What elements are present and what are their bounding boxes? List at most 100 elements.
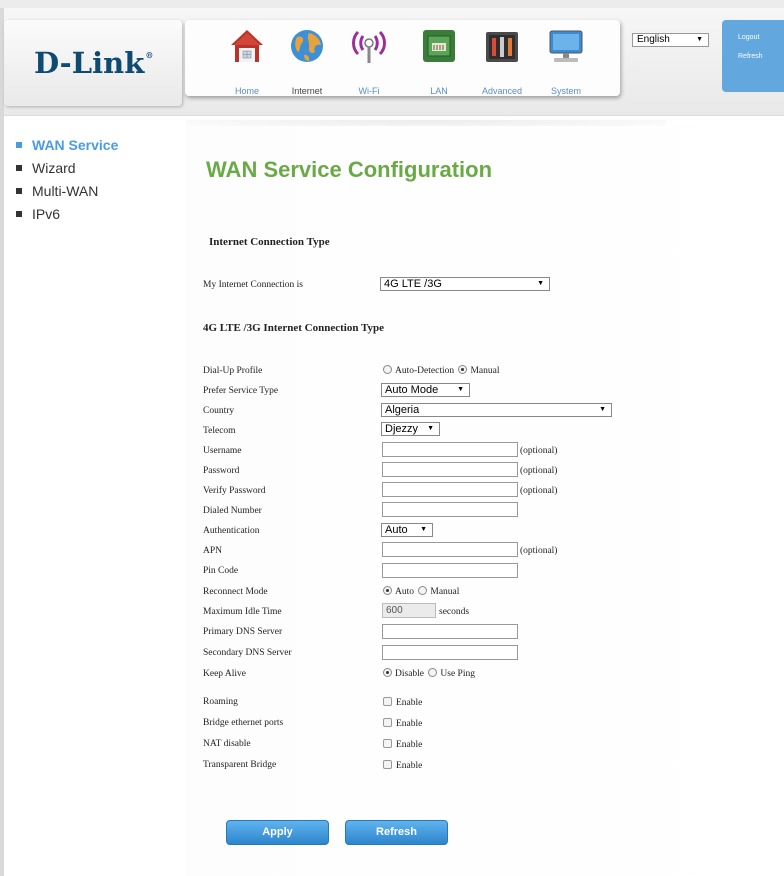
bridge-ports-label: Bridge ethernet ports [203, 718, 284, 728]
checkbox-label: Enable [396, 740, 423, 750]
dialup-manual-radio[interactable] [458, 365, 468, 374]
nav-internet[interactable]: Internet [276, 20, 338, 96]
sidebar-item-label: IPv6 [32, 206, 61, 222]
bridge-ports-checkbox[interactable] [383, 718, 392, 727]
page-title: WAN Service Configuration [206, 157, 493, 182]
reconnect-label: Reconnect Mode [203, 587, 268, 597]
nav-internet-label: Internet [291, 86, 323, 96]
primary-dns-input[interactable] [382, 624, 518, 639]
sidebar-item-multi-wan[interactable]: Multi-WAN [16, 183, 118, 206]
bullet-icon [16, 188, 22, 194]
section-title-4g: 4G LTE /3G Internet Connection Type [203, 322, 385, 334]
bullet-icon [16, 211, 22, 217]
radio-label: Use Ping [440, 669, 475, 679]
radio-label: Auto [395, 587, 414, 597]
transparent-bridge-label: Transparent Bridge [203, 760, 277, 770]
username-hint: (optional) [520, 446, 558, 456]
nav-advanced[interactable]: Advanced [471, 20, 533, 96]
verify-password-hint: (optional) [520, 486, 558, 496]
sidebar-item-wan-service[interactable]: WAN Service [16, 137, 118, 160]
sidebar-item-ipv6[interactable]: IPv6 [16, 206, 118, 229]
roaming-option: Enable [383, 697, 422, 708]
radio-label: Disable [395, 669, 425, 679]
nav-advanced-label: Advanced [481, 86, 523, 96]
service-type-label: Prefer Service Type [203, 386, 279, 396]
nat-disable-checkbox[interactable] [383, 739, 392, 748]
dialed-number-input[interactable] [382, 502, 518, 517]
roaming-label: Roaming [203, 697, 238, 707]
lan-icon [423, 30, 455, 62]
wifi-icon [352, 30, 386, 63]
country-select[interactable]: Algeria ▼ [381, 403, 612, 417]
dialup-radio-group: Auto-Detection Manual [383, 365, 500, 376]
service-type-select[interactable]: Auto Mode ▼ [381, 383, 470, 397]
account-panel: Logout Refresh [722, 20, 784, 92]
chevron-down-icon: ▼ [696, 36, 703, 43]
sidebar-item-label: Wizard [32, 160, 76, 176]
dlink-logo[interactable]: D-Link® [34, 46, 153, 80]
idle-time-input[interactable]: 600 [382, 603, 436, 618]
apply-button[interactable]: Apply [226, 820, 329, 845]
nav-lan[interactable]: LAN [408, 20, 470, 96]
sidebar-item-label: WAN Service [32, 137, 119, 153]
chevron-down-icon: ▼ [537, 280, 544, 287]
telecom-label: Telecom [203, 426, 236, 436]
idle-time-unit: seconds [439, 607, 470, 617]
reconnect-radio-group: Auto Manual [383, 586, 459, 597]
chevron-down-icon: ▼ [427, 425, 434, 432]
country-label: Country [203, 406, 235, 416]
pin-code-input[interactable] [382, 563, 518, 578]
apn-input[interactable] [382, 542, 518, 557]
checkbox-label: Enable [396, 698, 423, 708]
keep-alive-ping-radio[interactable] [428, 668, 438, 677]
dialup-auto-radio[interactable] [383, 365, 392, 374]
apn-label: APN [203, 546, 223, 556]
chevron-down-icon: ▼ [599, 406, 606, 413]
idle-time-label: Maximum Idle Time [203, 607, 282, 617]
sidebar-item-label: Multi-WAN [32, 183, 99, 199]
radio-label: Manual [430, 587, 460, 597]
nav-home-label: Home [234, 86, 259, 96]
refresh-link[interactable]: Refresh [738, 53, 763, 60]
verify-password-label: Verify Password [203, 486, 266, 496]
home-icon [231, 30, 263, 62]
keep-alive-disable-radio[interactable] [383, 668, 392, 677]
primary-dns-label: Primary DNS Server [203, 627, 283, 637]
username-input[interactable] [382, 442, 518, 457]
transparent-bridge-option: Enable [383, 760, 422, 771]
username-label: Username [203, 446, 242, 456]
logout-link[interactable]: Logout [738, 34, 759, 41]
nav-home[interactable]: Home [216, 20, 278, 96]
globe-icon [291, 30, 323, 62]
bridge-ports-option: Enable [383, 718, 422, 729]
radio-label: Auto-Detection [395, 366, 455, 376]
secondary-dns-input[interactable] [382, 645, 518, 660]
main-nav: Home Internet Wi-Fi LAN Advanced System [185, 20, 620, 96]
top-strip [0, 0, 784, 8]
reconnect-auto-radio[interactable] [383, 586, 392, 595]
sidebar: WAN Service Wizard Multi-WAN IPv6 [16, 137, 118, 229]
nat-disable-label: NAT disable [203, 739, 251, 749]
password-input[interactable] [382, 462, 518, 477]
verify-password-input[interactable] [382, 482, 518, 497]
reconnect-manual-radio[interactable] [418, 586, 428, 595]
authentication-select[interactable]: Auto ▼ [381, 523, 433, 537]
transparent-bridge-checkbox[interactable] [383, 760, 392, 769]
nat-disable-option: Enable [383, 739, 422, 750]
keep-alive-radio-group: Disable Use Ping [383, 668, 475, 679]
chevron-down-icon: ▼ [420, 526, 427, 533]
radio-label: Manual [470, 366, 500, 376]
nav-system[interactable]: System [535, 20, 597, 96]
nav-lan-label: LAN [430, 86, 448, 96]
password-hint: (optional) [520, 466, 558, 476]
telecom-select[interactable]: Djezzy ▼ [381, 422, 440, 436]
roaming-checkbox[interactable] [383, 697, 392, 706]
dialed-number-label: Dialed Number [203, 506, 262, 516]
language-select[interactable]: English ▼ [632, 33, 709, 47]
nav-wifi[interactable]: Wi-Fi [338, 20, 400, 96]
bullet-icon [16, 165, 22, 171]
refresh-button[interactable]: Refresh [345, 820, 448, 845]
secondary-dns-label: Secondary DNS Server [203, 648, 292, 658]
connection-type-select[interactable]: 4G LTE /3G ▼ [380, 277, 550, 291]
sidebar-item-wizard[interactable]: Wizard [16, 160, 118, 183]
